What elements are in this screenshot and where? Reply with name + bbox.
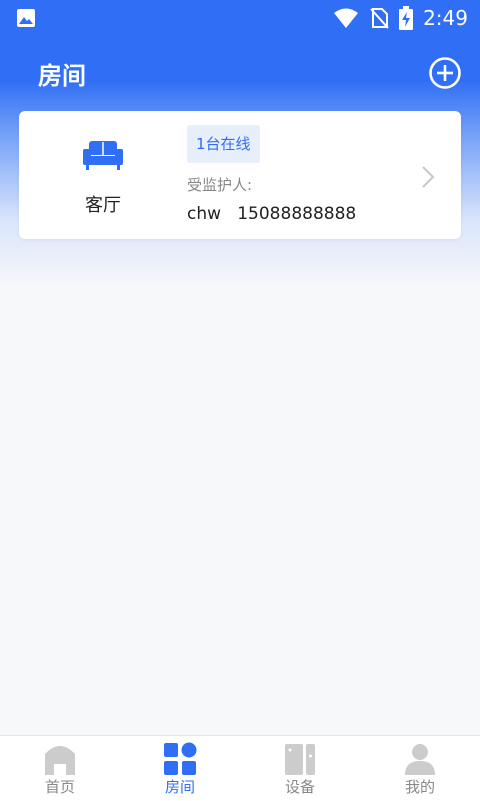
nav-item-mine[interactable]: 我的 (360, 736, 480, 801)
room-card[interactable]: 客厅 1台在线 受监护人: chw 15088888888 (19, 111, 461, 239)
battery-charging-icon (399, 6, 414, 30)
person-icon (405, 744, 435, 775)
nav-label-home: 首页 (44, 778, 75, 796)
page-title: 房间 (38, 62, 86, 90)
home-icon (45, 746, 75, 775)
online-badge: 1台在线 (187, 125, 260, 163)
nav-label-room: 房间 (164, 778, 195, 796)
no-sim-icon (370, 8, 389, 29)
sofa-icon (83, 141, 123, 170)
bottom-nav: 首页 房间 设备 我的 (0, 735, 480, 801)
nav-item-home[interactable]: 首页 (0, 736, 120, 801)
chevron-right-icon (422, 166, 435, 188)
room-name: 客厅 (85, 195, 121, 216)
nav-label-mine: 我的 (404, 778, 435, 796)
nav-item-room[interactable]: 房间 (120, 736, 240, 801)
device-icon (285, 744, 315, 775)
wifi-icon (334, 8, 359, 28)
guard-value: chw 15088888888 (187, 204, 357, 224)
grid-icon (164, 742, 197, 775)
nav-item-device[interactable]: 设备 (240, 736, 360, 801)
add-room-button[interactable] (428, 56, 462, 90)
guard-label: 受监护人: (187, 176, 253, 194)
nav-label-device: 设备 (284, 778, 315, 796)
image-notification-icon (17, 9, 35, 27)
status-time: 2:49 (423, 6, 468, 30)
status-bar: 2:49 (0, 0, 480, 36)
